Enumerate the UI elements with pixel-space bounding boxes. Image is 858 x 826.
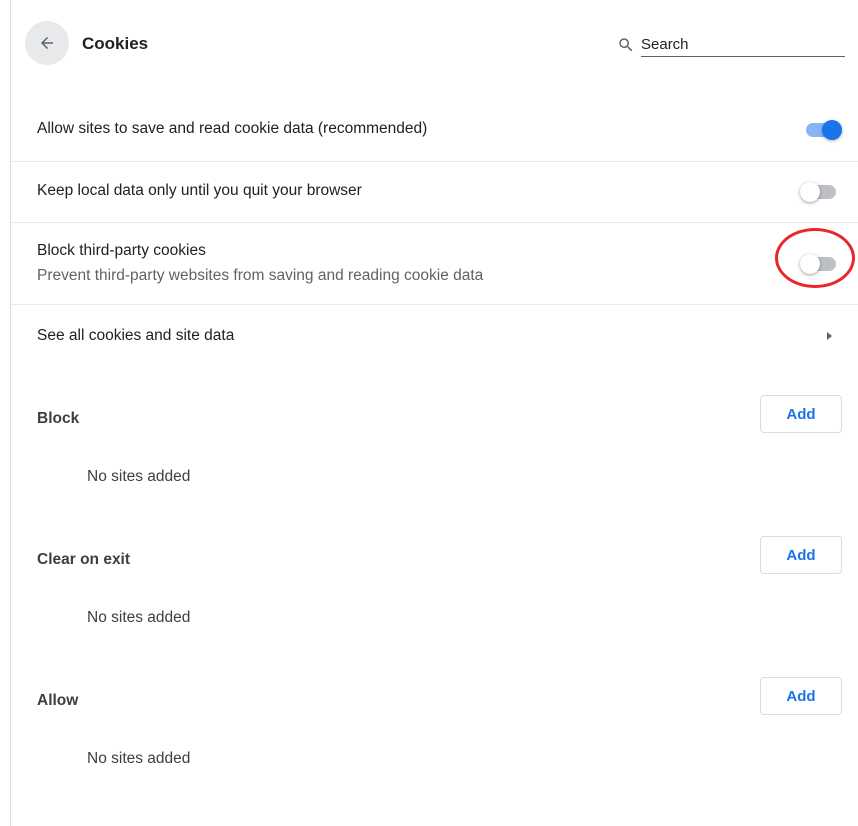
add-clear-on-exit-site-button[interactable]: Add: [760, 536, 842, 574]
see-all-cookies-row[interactable]: See all cookies and site data: [11, 305, 858, 365]
block-empty-text: No sites added: [87, 468, 191, 485]
setting-row-allow-cookies: Allow sites to save and read cookie data…: [11, 100, 858, 162]
see-all-cookies-label: See all cookies and site data: [37, 327, 235, 344]
keep-local-data-toggle[interactable]: [800, 180, 840, 204]
allow-cookies-toggle[interactable]: [802, 118, 842, 142]
search-input[interactable]: [641, 32, 845, 57]
toggle-knob: [822, 120, 842, 140]
toggle-knob: [800, 182, 820, 202]
page-title: Cookies: [82, 34, 149, 53]
setting-sublabel: Prevent third-party websites from saving…: [37, 267, 484, 284]
setting-label: Keep local data only until you quit your…: [37, 182, 362, 199]
add-block-site-button[interactable]: Add: [760, 395, 842, 433]
setting-row-block-third-party: Block third-party cookies Prevent third-…: [11, 223, 858, 305]
setting-row-keep-local-data: Keep local data only until you quit your…: [11, 162, 858, 223]
red-highlight-circle: [775, 228, 855, 288]
search-icon: [619, 38, 633, 52]
setting-label: Block third-party cookies: [37, 242, 206, 259]
section-title-clear-on-exit: Clear on exit: [37, 551, 131, 568]
add-allow-site-button[interactable]: Add: [760, 677, 842, 715]
setting-label: Allow sites to save and read cookie data…: [37, 120, 428, 137]
clear-on-exit-empty-text: No sites added: [87, 609, 191, 626]
allow-empty-text: No sites added: [87, 750, 191, 767]
arrow-back-icon: [41, 37, 53, 49]
section-title-allow: Allow: [37, 692, 79, 709]
section-title-block: Block: [37, 410, 80, 427]
cookies-settings-page: Cookies Allow sites to save and read coo…: [11, 0, 858, 826]
search-box[interactable]: [617, 30, 845, 60]
chevron-right-icon: [827, 332, 832, 340]
back-button[interactable]: [25, 21, 69, 65]
